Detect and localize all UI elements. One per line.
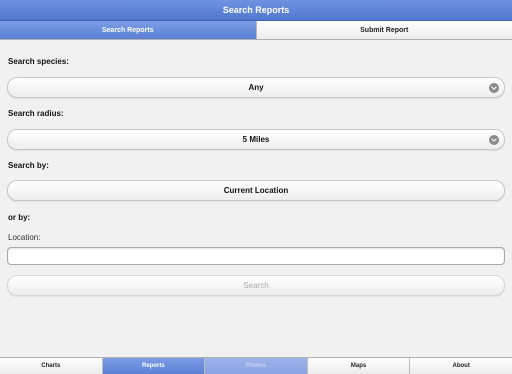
tab-label: Photos bbox=[245, 363, 267, 369]
species-select[interactable]: Any bbox=[7, 77, 505, 98]
chevron-down-icon bbox=[489, 135, 499, 145]
tab-label: Reports bbox=[142, 363, 165, 369]
tab-about[interactable]: About bbox=[409, 358, 512, 374]
title-bar: Search Reports bbox=[0, 0, 512, 21]
tab-maps[interactable]: Maps bbox=[306, 358, 410, 374]
chevron-down-icon bbox=[489, 83, 499, 93]
location-input[interactable] bbox=[7, 247, 505, 265]
segment-submit-report[interactable]: Submit Report bbox=[255, 21, 512, 39]
or-by-label: or by: bbox=[8, 213, 31, 222]
current-location-button[interactable]: Current Location bbox=[7, 180, 505, 201]
app-window: Search Reports Search Reports Submit Rep… bbox=[0, 0, 512, 374]
species-label: Search species: bbox=[8, 57, 69, 66]
segment-label: Search Reports bbox=[101, 26, 154, 34]
bottom-tab-bar: Charts Reports Photos Maps About bbox=[0, 357, 512, 374]
tab-label: Charts bbox=[41, 363, 61, 369]
tab-reports[interactable]: Reports bbox=[101, 358, 205, 374]
current-location-label: Current Location bbox=[223, 186, 289, 195]
tab-photos[interactable]: Photos bbox=[204, 358, 307, 374]
radius-select-value: 5 Miles bbox=[242, 135, 270, 144]
search-by-label: Search by: bbox=[8, 161, 49, 170]
tab-label: Maps bbox=[350, 363, 367, 369]
search-button-label: Search bbox=[243, 281, 269, 290]
radius-select[interactable]: 5 Miles bbox=[7, 129, 505, 150]
page-title: Search Reports bbox=[222, 5, 290, 15]
tab-label: About bbox=[452, 363, 470, 369]
radius-label: Search radius: bbox=[8, 109, 64, 118]
segment-label: Submit Report bbox=[360, 26, 409, 34]
segmented-control: Search Reports Submit Report bbox=[0, 21, 512, 40]
search-button[interactable]: Search bbox=[7, 275, 505, 296]
segment-search-reports[interactable]: Search Reports bbox=[0, 21, 256, 39]
tab-charts[interactable]: Charts bbox=[0, 358, 102, 374]
location-label: Location: bbox=[8, 233, 41, 242]
species-select-value: Any bbox=[248, 83, 264, 92]
